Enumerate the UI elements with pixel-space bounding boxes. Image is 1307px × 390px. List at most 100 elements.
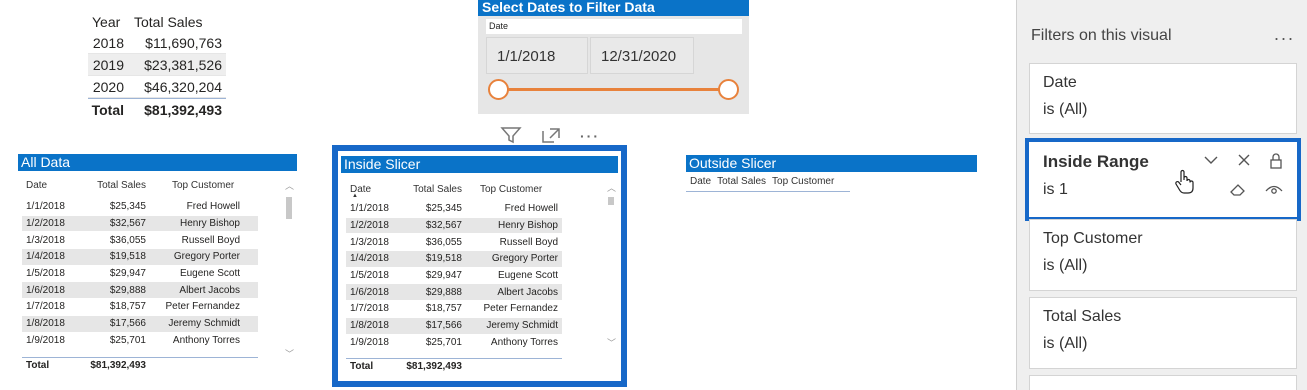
more-options-icon[interactable]: ··· [580,128,600,144]
all-data-table: All Data Date Total Sales Top Customer 1… [18,154,297,390]
col-header-year[interactable]: Year [88,14,130,30]
outside-slicer-column-headers: Date Total Sales Top Customer [686,172,850,192]
top-customer-cell: Anthony Torres [172,334,240,346]
col-header-total-sales[interactable]: Total Sales [84,180,150,191]
eye-icon[interactable] [1265,182,1283,199]
inside-slicer-table[interactable]: Inside Slicer Date ▲ Total Sales Top Cust… [338,151,621,381]
summary-year-cell: 2020 [92,78,124,95]
inside-slicer-total-label: Total [350,361,374,372]
inside-slicer-column-headers: Date ▲ Total Sales Top Customer [346,178,562,200]
table-row[interactable]: 1/3/2018 $36,055 Russell Boyd [346,234,562,252]
scroll-down-icon[interactable]: ﹀ [607,336,616,349]
total-sales-cell: $18,757 [109,301,146,313]
filters-pane: Filters on this visual ... Date is (All)… [1016,0,1307,390]
total-sales-cell: $32,567 [425,220,462,232]
col-header-top-customer[interactable]: Top Customer [466,184,562,195]
visual-header-icons: ··· [500,125,620,147]
table-row[interactable]: 1/3/2018 $36,055 Russell Boyd [22,232,258,250]
slicer-end-date-input[interactable]: 12/31/2020 [590,37,694,74]
col-header-date[interactable]: Date [22,180,84,191]
filter-card-total-sales[interactable]: Total Sales is (All) [1029,297,1297,369]
col-header-date[interactable]: Date [690,176,711,187]
col-header-total-sales[interactable]: Total Sales [130,14,226,30]
focus-mode-icon[interactable] [540,126,562,147]
table-row[interactable]: 1/9/2018 $25,701 Anthony Torres [346,335,562,352]
summary-row[interactable]: 2018 $11,690,763 [88,32,226,54]
table-row[interactable]: 1/8/2018 $17,566 Jeremy Schmidt [346,317,562,335]
chevron-down-icon[interactable] [1203,153,1219,173]
all-data-scrollbar[interactable]: ︿ ﹀ [284,179,294,364]
total-sales-cell: $36,055 [425,236,462,248]
scrollbar-thumb[interactable] [608,197,614,205]
date-cell: 1/8/2018 [350,320,389,332]
year-summary-table: Year Total Sales 2018 $11,690,763 2019 $23,… [88,12,226,120]
close-icon[interactable] [1237,153,1251,173]
date-slicer[interactable]: Select Dates to Filter Data Date 1/1/201… [478,0,749,114]
filter-card-state: is (All) [1043,257,1088,274]
top-customer-cell: Fred Howell [504,203,558,215]
table-row[interactable]: 1/2/2018 $32,567 Henry Bishop [346,217,562,235]
total-sales-cell: $36,055 [109,234,146,246]
date-cell: 1/6/2018 [26,284,65,296]
filter-card-state: is (All) [1043,335,1088,352]
table-row[interactable]: 1/4/2018 $19,518 Gregory Porter [22,249,258,266]
summary-row[interactable]: 2019 $23,381,526 [88,54,226,76]
table-row[interactable]: 1/6/2018 $29,888 Albert Jacobs [22,282,258,300]
table-row[interactable]: 1/7/2018 $18,757 Peter Fernandez [346,301,562,318]
table-row[interactable]: 1/2/2018 $32,567 Henry Bishop [22,215,258,233]
table-row[interactable]: 1/1/2018 $25,345 Fred Howell [346,201,562,218]
slicer-end-handle[interactable] [717,79,739,100]
table-row[interactable]: 1/7/2018 $18,757 Peter Fernandez [22,299,258,316]
table-row[interactable]: 1/8/2018 $17,566 Jeremy Schmidt [22,315,258,333]
lock-icon[interactable] [1269,153,1283,173]
filter-card-date[interactable]: Date is (All) [1029,63,1297,134]
table-row[interactable]: 1/1/2018 $25,345 Fred Howell [22,199,258,216]
scrollbar-thumb[interactable] [286,197,292,219]
slicer-range-track[interactable] [498,88,728,91]
summary-sales-cell: $11,690,763 [145,34,222,51]
table-row[interactable]: 1/4/2018 $19,518 Gregory Porter [346,251,562,268]
slicer-start-date-input[interactable]: 1/1/2018 [486,37,588,74]
date-cell: 1/2/2018 [26,218,65,230]
date-cell: 1/3/2018 [350,236,389,248]
scroll-up-icon[interactable]: ︿ [607,181,616,194]
date-cell: 1/5/2018 [26,268,65,280]
total-sales-cell: $25,701 [425,336,462,348]
summary-total-label: Total [91,101,124,118]
filters-pane-title: Filters on this visual [1031,27,1172,44]
summary-total-value: $81,392,493 [144,101,222,118]
top-customer-cell: Eugene Scott [497,270,558,282]
col-header-total-sales[interactable]: Total Sales [717,176,766,187]
slicer-title: Select Dates to Filter Data [478,0,749,16]
filter-icon[interactable] [500,126,522,147]
filter-card-inside-range[interactable]: Inside Range is 1 [1025,138,1301,221]
all-data-title: All Data [18,154,297,171]
all-data-column-headers: Date Total Sales Top Customer [22,174,258,196]
filter-card-top-customer[interactable]: Top Customer is (All) [1029,219,1297,291]
total-sales-cell: $19,518 [109,251,146,263]
col-header-date[interactable]: Date ▲ [346,184,404,200]
scroll-down-icon[interactable]: ﹀ [285,347,294,360]
inside-slicer-scrollbar[interactable]: ︿ ﹀ [606,181,616,351]
col-header-top-customer[interactable]: Top Customer [150,180,244,191]
date-cell: 1/1/2018 [26,201,65,213]
scroll-up-icon[interactable]: ︿ [285,179,294,192]
outside-slicer-title: Outside Slicer [686,155,977,172]
table-row[interactable]: 1/9/2018 $25,701 Anthony Torres [22,333,258,350]
top-customer-cell: Jeremy Schmidt [486,320,558,332]
filters-more-options[interactable]: ... [1274,24,1295,45]
table-row[interactable]: 1/6/2018 $29,888 Albert Jacobs [346,284,562,302]
table-row[interactable]: 1/5/2018 $29,947 Eugene Scott [346,268,562,285]
date-cell: 1/2/2018 [350,220,389,232]
table-row[interactable]: 1/5/2018 $29,947 Eugene Scott [22,266,258,283]
total-sales-cell: $25,345 [109,201,146,213]
summary-row[interactable]: 2020 $46,320,204 [88,76,226,98]
summary-year-cell: 2019 [92,56,124,73]
slicer-start-handle[interactable] [487,79,509,100]
top-customer-cell: Jeremy Schmidt [168,318,240,330]
eraser-icon[interactable] [1229,182,1247,199]
inside-slicer-rows: 1/1/2018 $25,345 Fred Howell 1/2/2018 $32,56… [346,201,562,352]
col-header-top-customer[interactable]: Top Customer [772,176,834,187]
filter-card-partial[interactable] [1029,375,1297,390]
col-header-total-sales[interactable]: Total Sales [404,184,466,195]
